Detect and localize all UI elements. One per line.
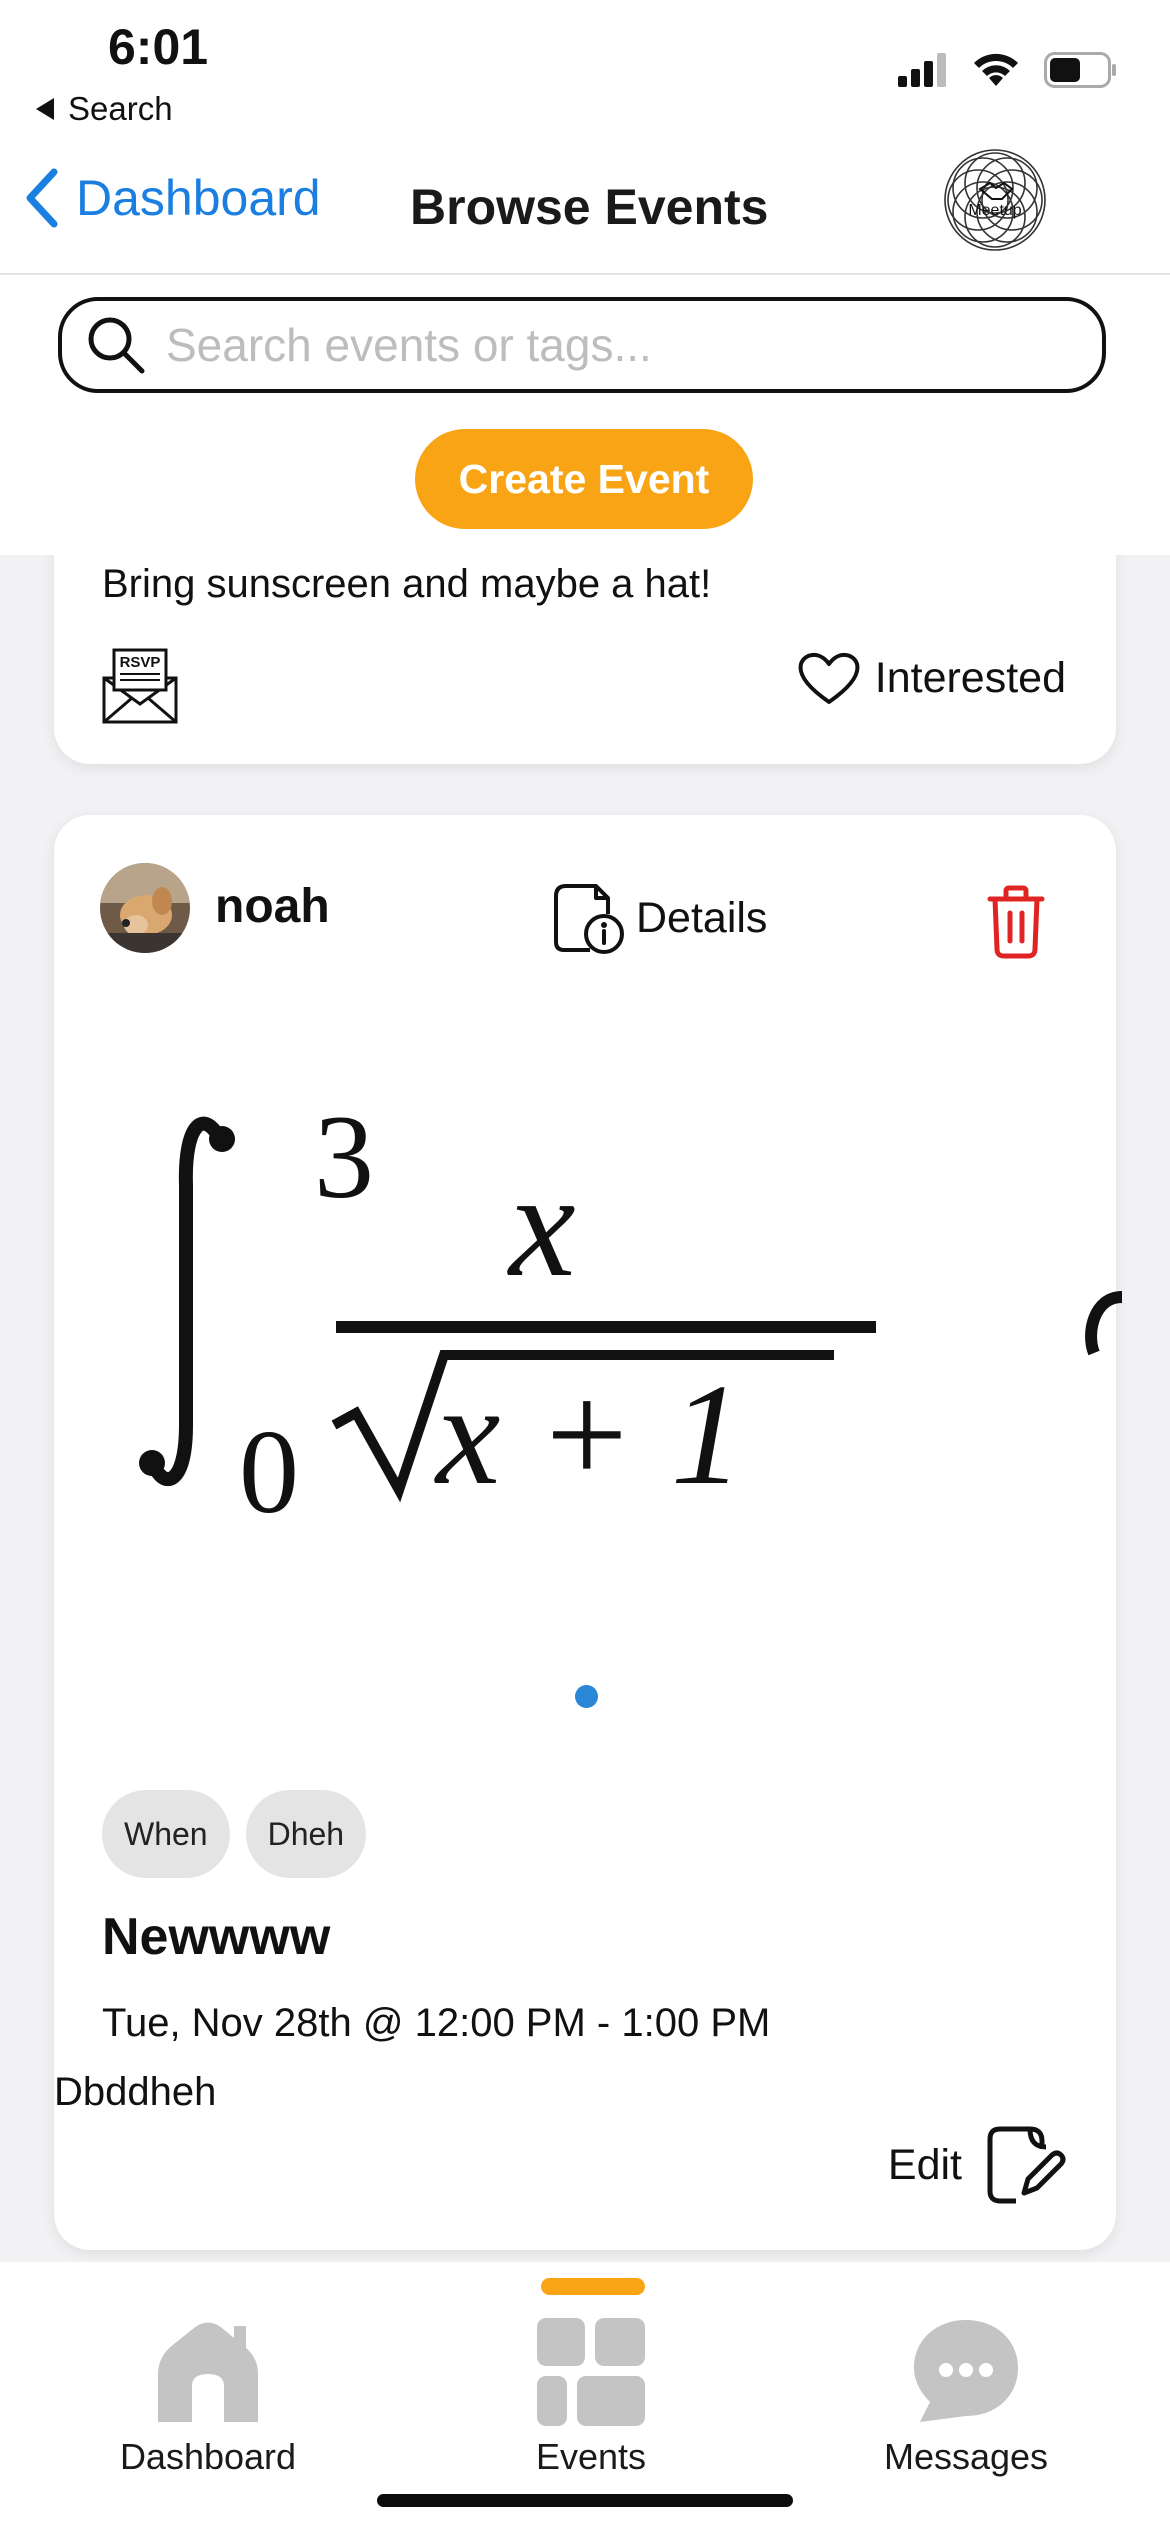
search-input[interactable] xyxy=(164,317,1048,373)
interested-label: Interested xyxy=(874,653,1066,702)
system-icons xyxy=(898,52,1118,88)
username: noah xyxy=(215,880,330,933)
event-description: Bring sunscreen and maybe a hat! xyxy=(102,562,712,606)
tab-events[interactable]: Events xyxy=(441,2262,741,2478)
chevron-left-icon xyxy=(26,168,58,228)
dog-avatar-image xyxy=(100,863,190,953)
logo-text: Meetup xyxy=(968,202,1021,219)
home-indicator[interactable] xyxy=(377,2494,793,2507)
interested-button[interactable]: Interested xyxy=(797,650,1066,706)
details-button[interactable]: Details xyxy=(550,880,767,956)
back-to-app-link[interactable]: Search xyxy=(36,90,173,128)
formula-denominator: x + 1 xyxy=(434,1355,743,1515)
cellular-signal-icon xyxy=(898,53,946,87)
delete-trash-icon[interactable] xyxy=(986,885,1046,959)
back-app-label: Search xyxy=(68,90,173,127)
event-title: Newwww xyxy=(102,1908,331,1966)
formula-upper-limit: 3 xyxy=(314,1090,374,1223)
search-area: Create Event xyxy=(0,275,1170,555)
formula-lower-limit: 0 xyxy=(239,1405,299,1535)
rsvp-envelope-icon[interactable]: RSVP xyxy=(100,646,180,726)
tag-chip[interactable]: Dheh xyxy=(245,1790,367,1878)
edit-event-button[interactable]: Edit xyxy=(888,2125,1066,2205)
tab-dashboard[interactable]: Dashboard xyxy=(58,2262,358,2478)
search-icon xyxy=(88,317,145,374)
home-icon xyxy=(158,2322,258,2422)
event-card: noah Details 3 0 x x + 1 When Dheh Newww… xyxy=(54,815,1122,2250)
back-triangle-icon xyxy=(36,98,54,120)
tag-chip[interactable]: When xyxy=(102,1790,230,1878)
battery-icon xyxy=(1044,52,1116,88)
tab-label: Events xyxy=(535,2436,647,2477)
tab-bar: Dashboard Events Messages xyxy=(0,2262,1170,2532)
grid-icon xyxy=(537,2318,645,2426)
page-title: Browse Events xyxy=(410,179,769,235)
dashboard-back-button[interactable]: Dashboard xyxy=(22,166,321,230)
edit-label: Edit xyxy=(887,2140,962,2189)
avatar[interactable] xyxy=(100,863,190,953)
create-event-button[interactable]: Create Event xyxy=(415,429,753,529)
status-bar: 6:01 Search xyxy=(0,0,1170,140)
status-time: 6:01 xyxy=(108,19,209,75)
back-button-label: Dashboard xyxy=(76,170,321,226)
carousel-page-dot[interactable] xyxy=(575,1685,598,1708)
rsvp-icon-text: RSVP xyxy=(120,654,161,671)
wifi-icon xyxy=(974,53,1018,86)
event-description: Dbddheh xyxy=(54,2070,217,2114)
edit-document-icon xyxy=(987,2126,1066,2204)
tab-label: Dashboard xyxy=(119,2436,297,2477)
heart-icon xyxy=(798,653,860,704)
chat-bubble-icon xyxy=(914,2320,1018,2422)
formula-numerator: x xyxy=(507,1142,576,1308)
event-time: Tue, Nov 28th @ 12:00 PM - 1:00 PM xyxy=(102,2001,771,2045)
tab-label: Messages xyxy=(883,2436,1049,2477)
meetup-logo: Meetup xyxy=(944,149,1046,251)
tag-list: When Dheh xyxy=(102,1790,367,1878)
search-field[interactable] xyxy=(58,297,1106,393)
details-label: Details xyxy=(636,893,768,942)
document-info-icon xyxy=(554,884,624,954)
event-image-integral-formula: 3 0 x x + 1 xyxy=(139,1090,1122,1535)
tab-messages[interactable]: Messages xyxy=(816,2262,1116,2478)
